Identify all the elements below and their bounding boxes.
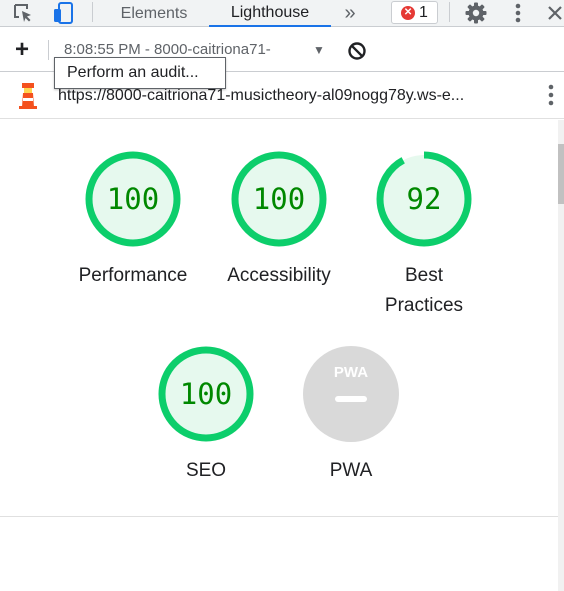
report-selector[interactable]: 8:08:55 PM - 8000-caitriona71-: [64, 41, 310, 58]
add-report-icon[interactable]: +: [10, 36, 34, 63]
pwa-dash-icon: [335, 396, 367, 402]
devtools-tab-bar: Elements Lighthouse » ✕ 1: [0, 0, 564, 27]
error-count-badge[interactable]: ✕ 1: [391, 1, 438, 24]
lighthouse-icon: [17, 82, 39, 115]
kebab-menu-icon[interactable]: [508, 0, 528, 26]
best-practices-label-line2: Practices: [384, 295, 464, 316]
best-practices-label-line1: Best: [404, 265, 444, 286]
accessibility-label: Accessibility: [227, 265, 331, 286]
section-divider: [0, 516, 558, 517]
tab-elements[interactable]: Elements: [106, 0, 202, 27]
tab-separator: [449, 2, 450, 22]
seo-score: 100: [180, 377, 232, 411]
accessibility-gauge[interactable]: 100: [230, 150, 328, 248]
accessibility-score: 100: [253, 182, 305, 216]
report-scrollbar[interactable]: [558, 120, 564, 591]
tab-lighthouse[interactable]: Lighthouse: [209, 0, 331, 27]
scrollbar-thumb[interactable]: [558, 144, 564, 204]
perform-audit-tooltip: Perform an audit...: [54, 57, 226, 89]
inspect-element-icon[interactable]: [10, 0, 36, 26]
seo-gauge[interactable]: 100: [157, 345, 255, 443]
performance-label: Performance: [78, 265, 188, 286]
device-toolbar-icon[interactable]: [50, 0, 76, 26]
lighthouse-report: 100 Performance 100 Accessibility 92 Bes…: [0, 120, 558, 591]
pwa-logo-text: PWA: [334, 364, 368, 381]
performance-gauge[interactable]: 100: [84, 150, 182, 248]
close-icon[interactable]: [545, 0, 564, 26]
chevron-down-icon[interactable]: ▼: [313, 43, 325, 57]
best-practices-gauge[interactable]: 92: [375, 150, 473, 248]
gear-icon[interactable]: [463, 0, 489, 26]
seo-label: SEO: [185, 460, 227, 481]
pwa-badge[interactable]: PWA: [302, 345, 400, 443]
audited-url: https://8000-caitriona71-musictheory-al0…: [58, 87, 465, 104]
best-practices-score: 92: [407, 182, 442, 216]
pwa-label: PWA: [329, 460, 373, 481]
toolbar-separator: [48, 40, 49, 60]
tab-separator: [92, 2, 93, 22]
best-practices-label: Best Practices: [354, 261, 494, 321]
block-icon[interactable]: [345, 38, 369, 64]
performance-score: 100: [107, 182, 159, 216]
error-icon: ✕: [401, 5, 416, 20]
kebab-menu-icon[interactable]: [548, 84, 554, 111]
error-count: 1: [419, 3, 428, 21]
chevrons-right-icon[interactable]: »: [336, 0, 364, 27]
